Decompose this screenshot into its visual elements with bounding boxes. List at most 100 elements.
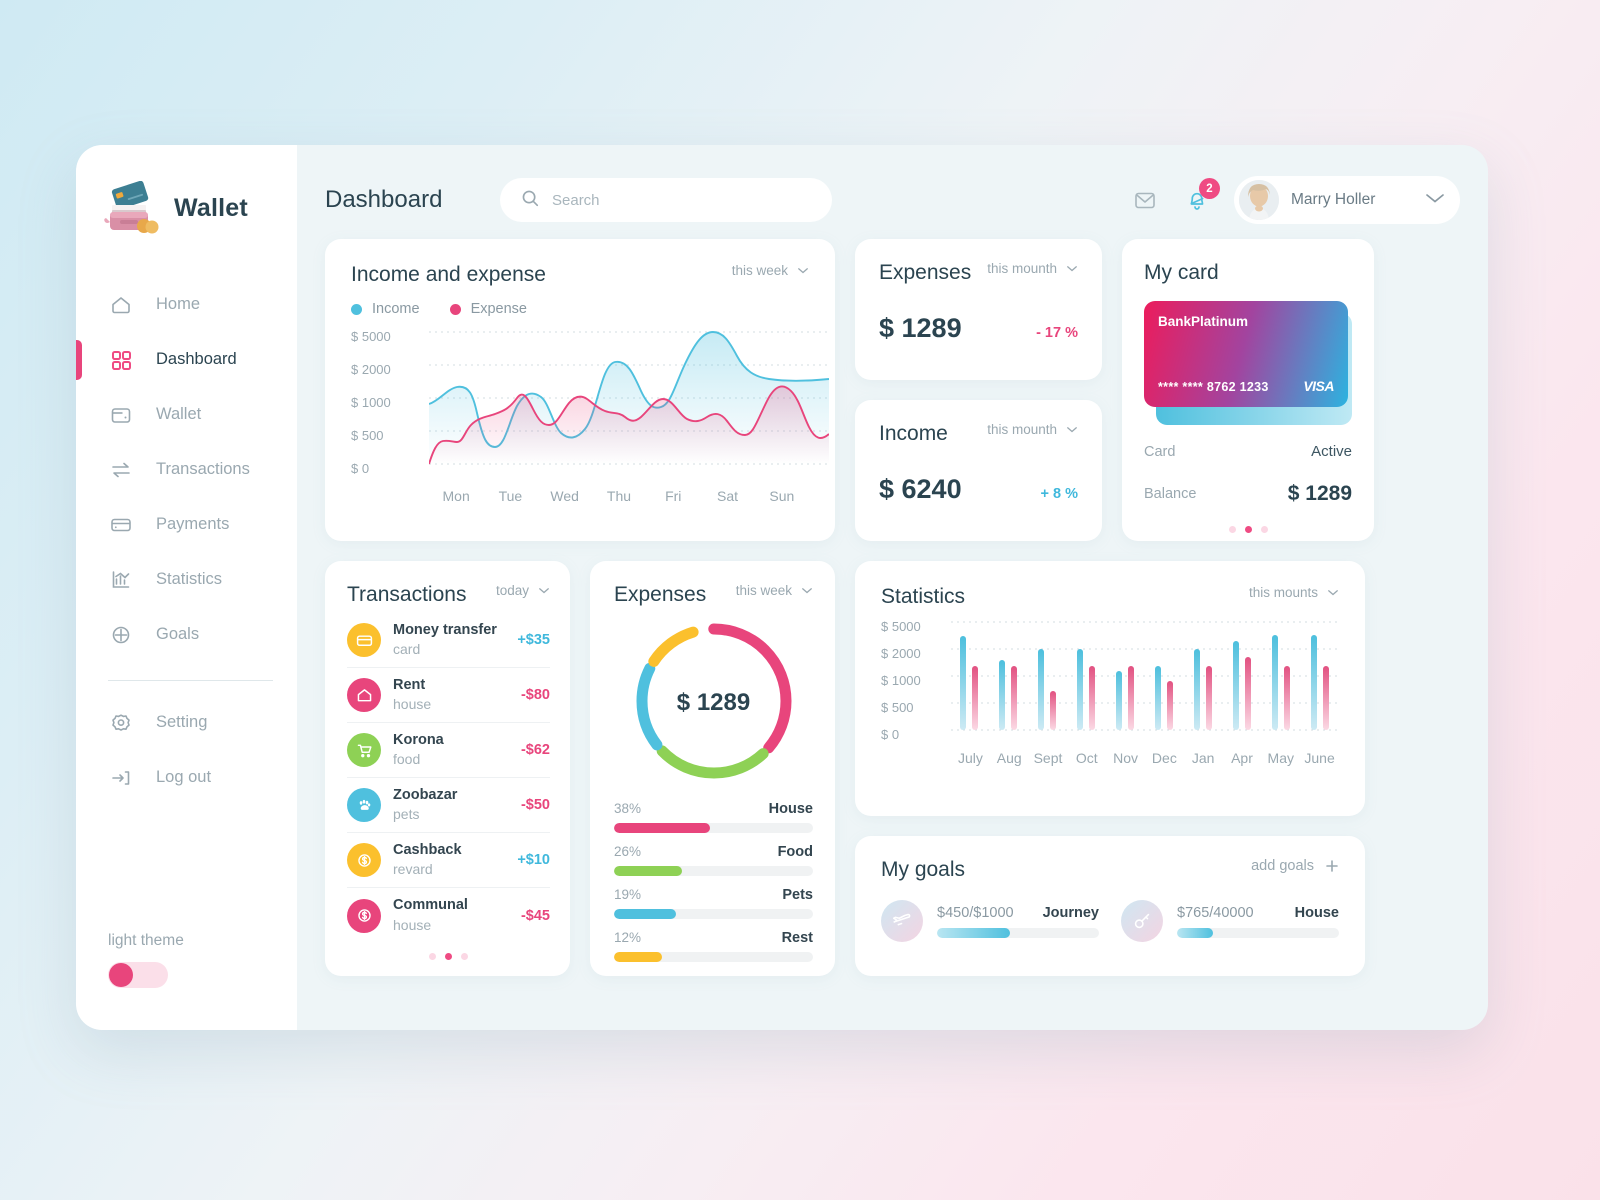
transaction-text: Communal house (393, 896, 468, 934)
expenses-summary-card: Expenses this mounth $ 1289 - 17 % (855, 239, 1102, 380)
progress-fill (614, 909, 676, 919)
y-tick: $ 0 (881, 727, 900, 742)
y-tick: $ 500 (881, 700, 914, 715)
legend-dot (449, 303, 461, 315)
pagination-dot[interactable] (429, 953, 436, 960)
x-tick: Sept (1033, 750, 1063, 766)
transaction-name: Cashback (393, 841, 462, 858)
breakdown-label: Pets (782, 887, 813, 903)
goal-body: $765/40000 House (1177, 905, 1339, 938)
x-tick: Tue (498, 488, 523, 504)
goal-body: $450/$1000 Journey (937, 905, 1099, 938)
period-label: this week (731, 263, 788, 278)
card-status-row: Card Active (1144, 443, 1352, 460)
pagination-dot-active[interactable] (445, 953, 452, 960)
period-dropdown[interactable]: this mounth (987, 422, 1078, 437)
sidebar-item-payments[interactable]: Payments (76, 497, 297, 552)
table-row[interactable]: Korona food -$62 (347, 723, 550, 778)
chevron-down-icon (802, 588, 812, 594)
x-tick: July (957, 750, 983, 766)
search-icon (520, 188, 540, 213)
card-header: Expenses this mounth (879, 261, 1078, 285)
sidebar-item-setting[interactable]: Setting (76, 695, 297, 750)
card-title: Income (879, 422, 948, 445)
app-window: Wallet Home Dashboard Wallet Transaction… (76, 145, 1488, 1030)
add-goals-label: add goals (1251, 858, 1314, 874)
progress-fill (614, 866, 682, 876)
goal-amount: $765/40000 (1177, 904, 1254, 921)
credit-card-bottom: **** **** 8762 1233 VISA (1158, 378, 1334, 394)
sidebar-item-dashboard[interactable]: Dashboard (76, 332, 297, 387)
sidebar-item-wallet[interactable]: Wallet (76, 387, 297, 442)
stat-value: $ 1289 (879, 313, 962, 343)
x-tick: Oct (1075, 750, 1098, 766)
x-axis: Mon Tue Wed Thu Fri Sat Sun (429, 488, 809, 504)
card-header: Income and expense this week (351, 263, 809, 287)
breakdown-row: 26% Food (614, 844, 813, 876)
transactions-column: Transactions today Money transfer card +… (325, 561, 570, 976)
transaction-text: Cashback revard (393, 841, 462, 879)
period-dropdown[interactable]: this week (732, 263, 809, 278)
transaction-text: Korona food (393, 731, 444, 769)
sidebar-item-logout[interactable]: Log out (76, 750, 297, 805)
table-row[interactable]: Rent house -$80 (347, 668, 550, 723)
profile-menu[interactable]: Marry Holler (1234, 176, 1460, 224)
donut-chart: $ 1289 (614, 615, 813, 790)
pagination-dot[interactable] (1260, 526, 1268, 533)
period-label: today (495, 583, 529, 598)
x-tick: Wed (550, 488, 579, 504)
row-value: $ 1289 (1287, 482, 1352, 505)
goal-name: Journey (1042, 904, 1099, 921)
pagination-dot[interactable] (461, 953, 468, 960)
sidebar-item-statistics[interactable]: Statistics (76, 552, 297, 607)
table-row[interactable]: Zoobazar pets -$50 (347, 778, 550, 833)
period-dropdown[interactable]: this mounts (1249, 585, 1339, 600)
x-tick: Sat (717, 488, 739, 504)
credit-card-stack[interactable]: BankPlatinum **** **** 8762 1233 VISA (1144, 301, 1352, 425)
table-row[interactable]: Money transfer card +$35 (347, 613, 550, 668)
goal-item[interactable]: $765/40000 House (1121, 900, 1339, 942)
sidebar-item-transactions[interactable]: Transactions (76, 442, 297, 497)
goal-item[interactable]: $450/$1000 Journey (881, 900, 1099, 942)
stat-value: $ 6240 (879, 474, 962, 504)
y-tick: $ 5000 (881, 619, 921, 634)
progress-fill (614, 823, 710, 833)
key-icon (1121, 900, 1163, 942)
breakdown-pct: 12% (614, 930, 642, 945)
transaction-amount: -$50 (520, 797, 550, 813)
period-dropdown[interactable]: this mounth (987, 261, 1078, 276)
chevron-down-icon (1424, 191, 1446, 209)
add-goals-button[interactable]: add goals (1251, 858, 1339, 874)
search-box[interactable] (500, 178, 832, 222)
period-dropdown[interactable]: today (496, 583, 550, 598)
y-axis: $ 5000 $ 2000 $ 1000 $ 500 $ 0 (881, 619, 943, 754)
pagination-dot[interactable] (1228, 526, 1236, 533)
transaction-category: card (393, 641, 421, 658)
sidebar: Wallet Home Dashboard Wallet Transaction… (76, 145, 297, 1030)
notifications-button[interactable]: 2 (1182, 178, 1220, 215)
period-dropdown[interactable]: this week (736, 583, 813, 598)
card-header: Statistics this mounts (881, 585, 1339, 609)
table-row[interactable]: Communal house -$45 (347, 888, 550, 943)
card-pagination (1144, 526, 1352, 533)
notification-badge: 2 (1199, 178, 1220, 199)
sidebar-item-goals[interactable]: Goals (76, 607, 297, 662)
transaction-list: Money transfer card +$35 Rent house -$80… (347, 613, 550, 943)
sidebar-item-home[interactable]: Home (76, 277, 297, 332)
row-key: Card (1144, 443, 1176, 460)
theme-toggle[interactable] (108, 962, 168, 988)
x-tick: Apr (1231, 750, 1253, 766)
pagination-dot-active[interactable] (1244, 526, 1252, 533)
breakdown-label: Food (777, 844, 813, 860)
transaction-name: Money transfer (393, 621, 497, 638)
transaction-amount: +$35 (517, 632, 550, 648)
main-content: Dashboard 2 (297, 145, 1488, 1030)
brand-name: Wallet (174, 193, 248, 222)
plus-icon (1326, 860, 1338, 872)
transaction-text: Rent house (393, 676, 431, 714)
search-input[interactable] (552, 191, 792, 209)
mail-button[interactable] (1130, 185, 1160, 215)
table-row[interactable]: Cashback revard +$10 (347, 833, 550, 888)
wallet-illustration-icon (100, 180, 160, 235)
chevron-down-icon (798, 268, 808, 274)
